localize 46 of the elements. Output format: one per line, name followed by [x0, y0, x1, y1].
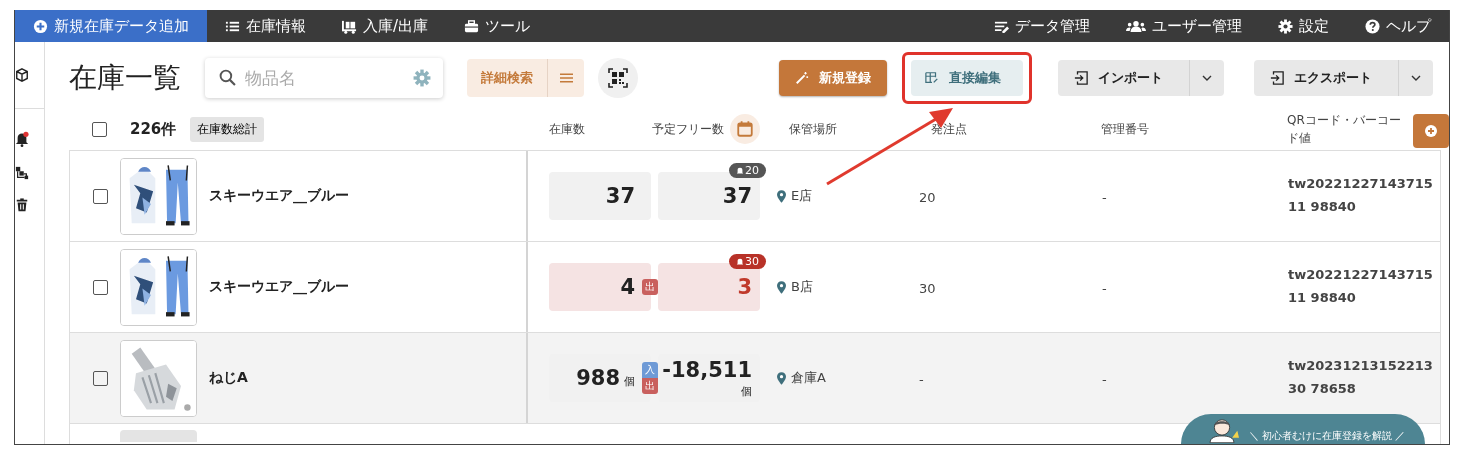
nav-link[interactable]: 設定: [1260, 10, 1347, 42]
nav-tab[interactable]: ツール: [446, 10, 549, 42]
code-value: tw2022122714371511 98840: [1288, 266, 1434, 307]
nav-tab[interactable]: 新規在庫データ追加: [15, 10, 207, 42]
nav-tab[interactable]: 在庫情報: [207, 10, 324, 42]
location-text: E店: [791, 187, 813, 205]
code-value: tw2022122714371511 98840: [1288, 175, 1434, 216]
page-title: 在庫一覧: [69, 60, 181, 96]
table-cell: -: [1102, 189, 1107, 205]
table-row[interactable]: ねじA 988 個 入 出 -18,511 個 倉庫A - - tw2023121315221330 78658: [69, 332, 1441, 423]
column-header: 管理番号: [1101, 120, 1149, 138]
table-row[interactable]: スキーウエア__ブルー 37 37 20 E店 20 - tw2022122714371511 98840: [69, 150, 1441, 241]
item-count: 226件: [130, 119, 177, 139]
direct-edit-button[interactable]: 直接編集: [911, 60, 1023, 96]
stock-quantity: 37: [549, 172, 651, 220]
banner-text: ＼ 初心者むけに在庫登録を解説 ／: [1249, 429, 1406, 443]
column-header: 予定フリー数: [652, 120, 724, 138]
table-cell: -: [919, 371, 924, 387]
file-action-button[interactable]: インポート: [1058, 60, 1190, 96]
item-name: スキーウエア__ブルー: [209, 278, 349, 296]
column-header: QRコード・バーコード値: [1287, 112, 1402, 147]
search-field[interactable]: 物品名: [205, 58, 443, 98]
location-text: 倉庫A: [791, 369, 826, 387]
column-header: 在庫数: [549, 120, 585, 138]
reorder-badge: 20: [729, 163, 766, 178]
movement-tag: 出: [642, 279, 658, 295]
stock-total-button[interactable]: 在庫数総計: [190, 116, 265, 142]
nav-link[interactable]: ヘルプ: [1347, 10, 1449, 42]
reorder-badge: 30: [729, 254, 766, 269]
nav-link[interactable]: ユーザー管理: [1108, 10, 1260, 42]
help-banner[interactable]: ＼ 初心者むけに在庫登録を解説 ／: [1181, 414, 1425, 444]
file-action-button[interactable]: エクスポート: [1254, 60, 1399, 96]
nav-tab[interactable]: 入庫/出庫: [324, 10, 447, 42]
table-cell: -: [1102, 371, 1107, 387]
movement-tag: 入: [642, 362, 658, 378]
column-header: 発注点: [931, 120, 967, 138]
table-cell: 30: [919, 280, 936, 296]
code-value: tw2023121315221330 78658: [1288, 357, 1434, 398]
movement-tag: 出: [642, 378, 658, 394]
column-header: 保管場所: [789, 120, 837, 138]
table-cell: -: [1102, 280, 1107, 296]
item-name: ねじA: [209, 369, 248, 387]
location-text: B店: [791, 278, 813, 296]
nav-link[interactable]: データ管理: [976, 10, 1108, 42]
item-name: スキーウエア__ブルー: [209, 187, 349, 205]
table-cell: 20: [919, 189, 936, 205]
